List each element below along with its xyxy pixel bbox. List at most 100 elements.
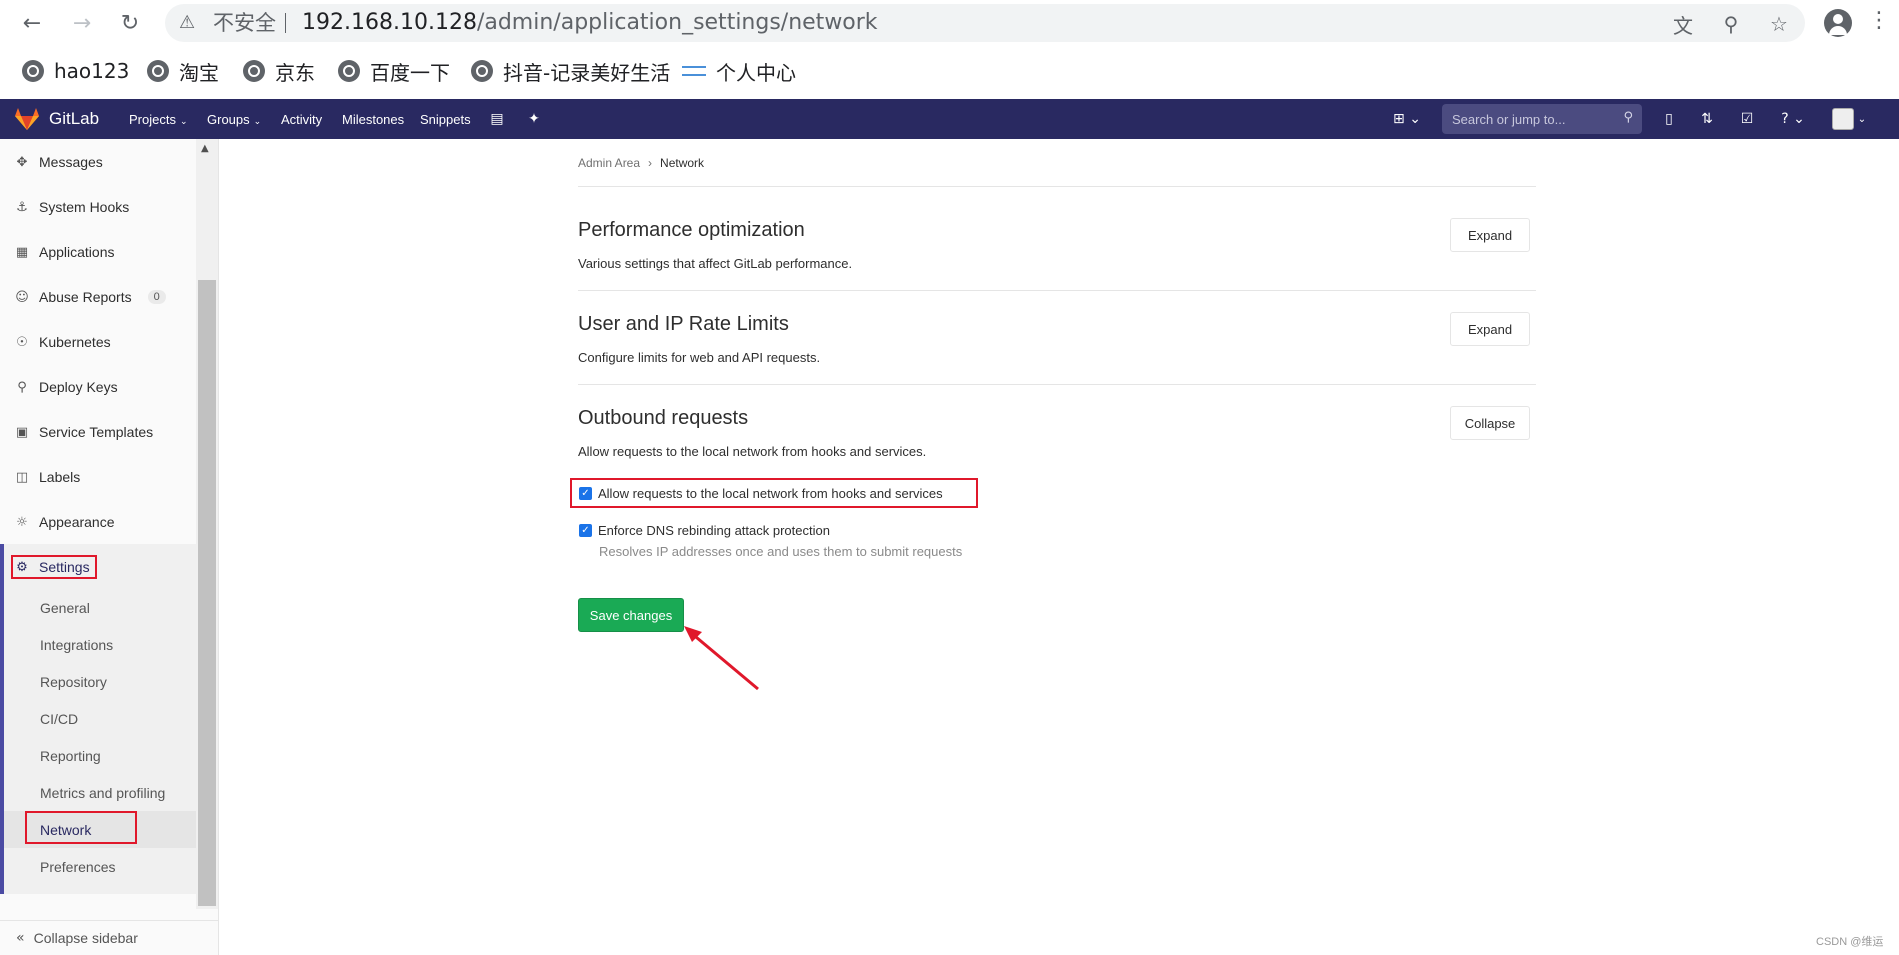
settings-sub-repository[interactable]: Repository <box>40 674 107 690</box>
section-desc-performance: Various settings that affect GitLab perf… <box>578 256 853 271</box>
expand-rate-limits-button[interactable]: Expand <box>1450 312 1530 346</box>
translate-icon[interactable]: 文 <box>1671 12 1695 38</box>
section-desc-rate-limits: Configure limits for web and API request… <box>578 350 821 365</box>
omnibox-separator <box>285 13 286 33</box>
collapse-sidebar-button[interactable]: «Collapse sidebar <box>0 920 219 955</box>
avatar[interactable] <box>1832 108 1854 130</box>
globe-icon <box>147 60 169 82</box>
divider <box>578 186 1536 187</box>
address-bar[interactable]: ⚠ 不安全 192.168.10.128/admin/application_s… <box>165 4 1805 42</box>
sidebar-item-applications[interactable]: ▦ Applications <box>0 232 196 272</box>
highlight-settings <box>11 555 97 579</box>
double-chevron-left-icon: « <box>16 930 25 946</box>
bookmark-jd[interactable]: 京东 <box>243 58 315 85</box>
nav-activity[interactable]: Activity <box>281 112 322 127</box>
divider <box>578 384 1536 385</box>
issues-board-icon[interactable]: ▯ <box>1658 108 1680 130</box>
sidebar-item-messages[interactable]: ✥ Messages <box>0 142 196 182</box>
sidebar-item-kubernetes[interactable]: ☉ Kubernetes <box>0 322 196 362</box>
expand-performance-button[interactable]: Expand <box>1450 218 1530 252</box>
bookmark-douyin[interactable]: 抖音-记录美好生活 <box>471 58 670 85</box>
breadcrumb-current: Network <box>660 156 705 170</box>
browser-toolbar: ← → ↻ ⚠ 不安全 192.168.10.128/admin/applica… <box>0 0 1899 46</box>
collapse-outbound-button[interactable]: Collapse <box>1450 406 1530 440</box>
template-icon: ▣ <box>15 424 29 440</box>
breadcrumb-separator-icon: › <box>648 156 653 170</box>
section-title-rate-limits: User and IP Rate Limits <box>578 313 789 335</box>
grid-icon: ▦ <box>15 244 29 260</box>
menu-icon[interactable]: ⋮ <box>1868 8 1890 33</box>
key-icon: ⚲ <box>17 379 27 395</box>
new-dropdown-icon[interactable]: ⊞ ⌄ <box>1391 108 1423 130</box>
cluster-icon: ☉ <box>16 334 28 350</box>
sidebar-item-appearance[interactable]: ☼ Appearance <box>0 502 196 542</box>
star-icon[interactable]: ☆ <box>1767 12 1791 36</box>
highlight-allow-checkbox <box>570 478 978 508</box>
bookmarks-bar: hao123 淘宝 京东 百度一下 抖音-记录美好生活 个人中心 <box>0 46 1899 98</box>
dns-rebinding-help: Resolves IP addresses once and uses them… <box>599 544 963 559</box>
bookmark-personal[interactable]: 个人中心 <box>682 58 796 85</box>
breadcrumb-admin-area[interactable]: Admin Area <box>578 156 640 170</box>
settings-sub-general[interactable]: General <box>40 600 90 616</box>
sidebar-item-labels[interactable]: ◫ Labels <box>0 457 196 497</box>
sidebar-scrollbar-thumb[interactable] <box>198 280 216 906</box>
sidebar-item-abuse-reports[interactable]: ☺ Abuse Reports 0 <box>0 277 196 317</box>
section-desc-outbound: Allow requests to the local network from… <box>578 444 927 459</box>
merge-request-icon[interactable]: ⇅ <box>1696 108 1718 130</box>
breadcrumb: Admin Area › Network <box>578 156 704 170</box>
back-icon[interactable]: ← <box>18 9 46 37</box>
section-title-outbound: Outbound requests <box>578 407 749 429</box>
insecure-label: 不安全 <box>213 11 276 35</box>
settings-sub-integrations[interactable]: Integrations <box>40 637 113 653</box>
dns-rebinding-checkbox[interactable]: ✓ <box>579 524 592 537</box>
nav-snippets[interactable]: Snippets <box>420 112 471 127</box>
sidebar-item-service-templates[interactable]: ▣ Service Templates <box>0 412 196 452</box>
warning-icon: ⚠ <box>179 12 196 33</box>
save-changes-button[interactable]: Save changes <box>578 598 684 632</box>
sidebar-item-deploy-keys[interactable]: ⚲ Deploy Keys <box>0 367 196 407</box>
site-icon <box>682 66 706 76</box>
hook-icon: ⚓ <box>16 199 28 215</box>
nav-milestones[interactable]: Milestones <box>342 112 404 127</box>
settings-sub-cicd[interactable]: CI/CD <box>40 711 78 727</box>
divider <box>578 290 1536 291</box>
watermark: CSDN @维运 <box>1816 936 1884 948</box>
settings-sub-preferences[interactable]: Preferences <box>40 859 115 875</box>
url-text[interactable]: 192.168.10.128/admin/application_setting… <box>302 11 878 35</box>
abuse-count-badge: 0 <box>147 290 166 304</box>
profile-icon[interactable] <box>1824 9 1852 37</box>
chevron-down-icon[interactable]: ⌄ <box>1856 108 1868 130</box>
sidebar-item-system-hooks[interactable]: ⚓ System Hooks <box>0 187 196 227</box>
face-icon: ☺ <box>15 289 29 305</box>
dns-rebinding-label[interactable]: Enforce DNS rebinding attack protection <box>598 523 830 538</box>
globe-icon <box>471 60 493 82</box>
zoom-icon[interactable]: ⚲ <box>1719 12 1743 36</box>
chart-icon[interactable]: ▤ <box>486 108 508 130</box>
settings-sub-metrics[interactable]: Metrics and profiling <box>40 785 165 801</box>
gitlab-header: GitLab Projects ⌄ Groups ⌄ Activity Milest… <box>0 99 1899 139</box>
broadcast-icon: ✥ <box>16 154 28 170</box>
globe-icon <box>22 60 44 82</box>
todos-icon[interactable]: ☑ <box>1736 108 1758 130</box>
annotation-arrow-icon <box>684 626 759 691</box>
wrench-icon[interactable]: ✦ <box>523 108 545 130</box>
search-input[interactable]: Search or jump to... ⚲ <box>1442 104 1642 134</box>
forward-icon[interactable]: → <box>68 9 96 37</box>
reload-icon[interactable]: ↻ <box>116 9 144 37</box>
gitlab-logo-icon[interactable] <box>15 108 39 130</box>
settings-sub-reporting[interactable]: Reporting <box>40 748 101 764</box>
globe-icon <box>338 60 360 82</box>
help-icon[interactable]: ? ⌄ <box>1776 108 1810 130</box>
search-icon: ⚲ <box>1623 110 1633 125</box>
bookmark-taobao[interactable]: 淘宝 <box>147 58 219 85</box>
nav-groups[interactable]: Groups ⌄ <box>207 112 261 127</box>
bookmark-hao123[interactable]: hao123 <box>22 58 129 84</box>
section-title-performance: Performance optimization <box>578 219 805 241</box>
bookmark-baidu[interactable]: 百度一下 <box>338 58 450 85</box>
highlight-network <box>25 811 137 844</box>
palette-icon: ☼ <box>16 514 28 530</box>
globe-icon <box>243 60 265 82</box>
scroll-up-icon[interactable]: ▲ <box>201 143 209 154</box>
gitlab-brand[interactable]: GitLab <box>49 109 99 129</box>
nav-projects[interactable]: Projects ⌄ <box>129 112 188 127</box>
